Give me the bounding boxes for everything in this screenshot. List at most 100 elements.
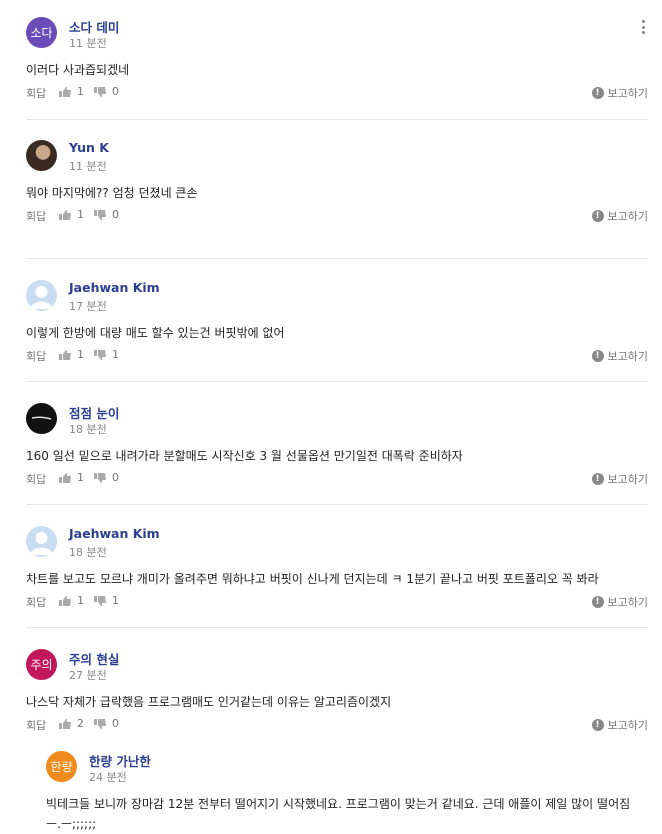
thumbs-down-icon <box>94 595 106 606</box>
report-label: 보고하기 <box>607 210 648 223</box>
reply-button[interactable]: 회답 <box>26 717 46 733</box>
avatar[interactable]: 소다 <box>26 17 57 48</box>
thumbs-up-icon <box>59 349 71 360</box>
dislike-button[interactable]: 0 <box>94 471 119 484</box>
comment-time: 18 분전 <box>69 423 107 436</box>
comment-header: Jaehwan Kim 18 분전 <box>26 523 648 567</box>
comment-header: 주의 주의 현실 27 분전 <box>26 646 648 690</box>
thumbs-up-icon <box>59 595 71 606</box>
like-count: 1 <box>77 471 84 484</box>
author-name[interactable]: 한량 가난한 <box>89 751 151 770</box>
comment-text: 나스닥 자체가 급락했음 프로그램매도 인거같는데 이유는 알고리즘이겠지 <box>26 695 392 709</box>
report-label: 보고하기 <box>607 350 648 363</box>
like-button[interactable]: 1 <box>59 85 84 98</box>
author-name[interactable]: Yun K <box>69 140 109 155</box>
alert-icon: ! <box>591 350 604 362</box>
comment-item: Jaehwan Kim 17 분전 이렇게 한방에 대량 매도 할수 있는건 버… <box>26 277 648 382</box>
reply-button[interactable]: 회답 <box>26 85 46 101</box>
like-button[interactable]: 1 <box>59 348 84 361</box>
report-button[interactable]: ! 보고하기 <box>591 471 648 487</box>
comment-actions: 회답 1 0 ! 보고하기 <box>26 469 648 489</box>
author-name[interactable]: Jaehwan Kim <box>69 280 160 295</box>
comment-text: 이렇게 한방에 대량 매도 할수 있는건 버핏밖에 없어 <box>26 326 285 340</box>
like-button[interactable]: 1 <box>59 208 84 221</box>
avatar[interactable] <box>26 140 57 171</box>
comment-actions: 회답 1 0 ! 보고하기 <box>26 206 648 226</box>
reply-button[interactable]: 회답 <box>26 348 46 364</box>
comment-time: 18 분전 <box>69 546 107 559</box>
like-count: 2 <box>77 717 84 730</box>
comment-text: 160 일선 밑으로 내려가라 분할매도 시작신호 3 월 선물옵션 만기일전 … <box>26 449 463 463</box>
comment-item: 점점 눈이 18 분전 160 일선 밑으로 내려가라 분할매도 시작신호 3 … <box>26 400 648 505</box>
dislike-button[interactable]: 1 <box>94 594 119 607</box>
report-button[interactable]: ! 보고하기 <box>591 208 648 224</box>
thumbs-up-icon <box>59 209 71 220</box>
report-button[interactable]: ! 보고하기 <box>591 717 648 733</box>
author-name[interactable]: 소다 데미 <box>69 17 119 36</box>
comment-item: 주의 주의 현실 27 분전 나스닥 자체가 급락했음 프로그램매도 인거같는데… <box>26 646 648 834</box>
more-options-icon[interactable] <box>638 18 648 36</box>
alert-icon: ! <box>591 596 604 608</box>
report-label: 보고하기 <box>607 473 648 486</box>
comment-item: 소다 소다 데미 11 분전 이러다 사과즙되겠네 회답 1 0 ! 보고하기 <box>26 14 648 120</box>
dislike-button[interactable]: 0 <box>94 717 119 730</box>
thumbs-up-icon <box>59 86 71 97</box>
like-button[interactable]: 1 <box>59 594 84 607</box>
default-user-icon[interactable] <box>26 526 57 557</box>
comment-list: 소다 소다 데미 11 분전 이러다 사과즙되겠네 회답 1 0 ! 보고하기 <box>0 14 662 834</box>
reply-button[interactable]: 회답 <box>26 208 46 224</box>
comment-actions: 회답 1 0 ! 보고하기 <box>26 83 648 103</box>
reply-button[interactable]: 회답 <box>26 594 46 610</box>
dislike-count: 0 <box>112 208 119 221</box>
comment-item: Jaehwan Kim 18 분전 차트를 보고도 모르냐 개미가 올려주면 뭐… <box>26 523 648 628</box>
comment-text: 이러다 사과즙되겠네 <box>26 63 130 77</box>
like-button[interactable]: 1 <box>59 471 84 484</box>
comment-time: 27 분전 <box>69 669 107 682</box>
like-count: 1 <box>77 348 84 361</box>
reply-header: 한량 한량 가난한 24 분전 <box>46 748 636 792</box>
comment-time: 11 분전 <box>69 37 107 50</box>
dislike-button[interactable]: 0 <box>94 85 119 98</box>
thumbs-up-icon <box>59 718 71 729</box>
report-label: 보고하기 <box>607 719 648 732</box>
avatar[interactable]: 주의 <box>26 649 57 680</box>
alert-icon: ! <box>591 87 604 99</box>
report-button[interactable]: ! 보고하기 <box>591 348 648 364</box>
like-button[interactable]: 2 <box>59 717 84 730</box>
comment-text: 뭐야 마지막에?? 엄청 던졌네 큰손 <box>26 186 198 200</box>
alert-icon: ! <box>591 719 604 731</box>
avatar[interactable]: 한량 <box>46 751 77 782</box>
like-count: 1 <box>77 85 84 98</box>
comment-text: 차트를 보고도 모르냐 개미가 올려주면 뭐하냐고 버핏이 신나게 던지는데 ㅋ… <box>26 572 599 586</box>
comment-actions: 회답 2 0 ! 보고하기 <box>26 715 648 735</box>
report-button[interactable]: ! 보고하기 <box>591 85 648 101</box>
comment-header: 점점 눈이 18 분전 <box>26 400 648 444</box>
author-name[interactable]: 점점 눈이 <box>69 403 119 422</box>
dislike-button[interactable]: 0 <box>94 208 119 221</box>
comment-header: Yun K 11 분전 <box>26 137 648 181</box>
comment-header: Jaehwan Kim 17 분전 <box>26 277 648 321</box>
avatar[interactable] <box>26 403 57 434</box>
report-button[interactable]: ! 보고하기 <box>591 594 648 610</box>
author-name[interactable]: Jaehwan Kim <box>69 526 160 541</box>
dislike-count: 0 <box>112 85 119 98</box>
reply-button[interactable]: 회답 <box>26 471 46 487</box>
comment-header: 소다 소다 데미 11 분전 <box>26 14 648 58</box>
comment-actions: 회답 1 1 ! 보고하기 <box>26 592 648 612</box>
thumbs-down-icon <box>94 472 106 483</box>
default-user-icon[interactable] <box>26 280 57 311</box>
author-name[interactable]: 주의 현실 <box>69 649 119 668</box>
alert-icon: ! <box>591 210 604 222</box>
report-label: 보고하기 <box>607 596 648 609</box>
thumbs-down-icon <box>94 349 106 360</box>
thumbs-down-icon <box>94 718 106 729</box>
dislike-count: 1 <box>112 348 119 361</box>
report-label: 보고하기 <box>607 87 648 100</box>
dislike-button[interactable]: 1 <box>94 348 119 361</box>
comment-actions: 회답 1 1 ! 보고하기 <box>26 346 648 366</box>
reply-text: 빅테크들 보니까 장마감 12분 전부터 떨어지기 시작했네요. 프로그램이 맞… <box>46 797 631 831</box>
reply-item: 한량 한량 가난한 24 분전 빅테크들 보니까 장마감 12분 전부터 떨어지… <box>46 748 636 834</box>
like-count: 1 <box>77 594 84 607</box>
comment-time: 24 분전 <box>89 771 127 784</box>
dislike-count: 1 <box>112 594 119 607</box>
